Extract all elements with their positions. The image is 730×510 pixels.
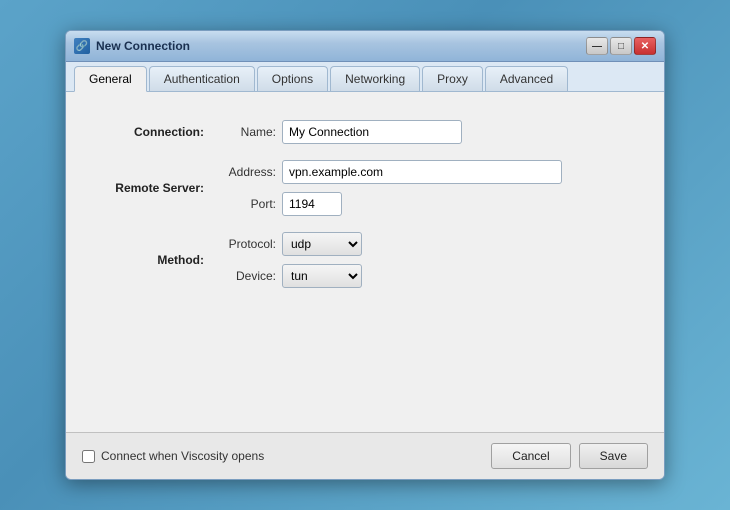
window-icon: 🔗 — [74, 38, 90, 54]
port-label: Port: — [216, 197, 276, 211]
save-button[interactable]: Save — [579, 443, 648, 469]
connection-fields: Name: — [216, 120, 462, 144]
title-bar-left: 🔗 New Connection — [74, 38, 190, 54]
address-field-row: Address: — [216, 160, 562, 184]
address-input[interactable] — [282, 160, 562, 184]
tab-networking[interactable]: Networking — [330, 66, 420, 91]
cancel-button[interactable]: Cancel — [491, 443, 570, 469]
close-button[interactable]: ✕ — [634, 37, 656, 55]
address-label: Address: — [216, 165, 276, 179]
name-input[interactable] — [282, 120, 462, 144]
form-section: Connection: Name: Remote Server: Address… — [96, 120, 634, 288]
maximize-button[interactable]: □ — [610, 37, 632, 55]
tab-advanced[interactable]: Advanced — [485, 66, 568, 91]
tab-general[interactable]: General — [74, 66, 147, 92]
method-section-label: Method: — [96, 253, 216, 267]
minimize-button[interactable]: — — [586, 37, 608, 55]
tab-proxy[interactable]: Proxy — [422, 66, 483, 91]
remote-server-row: Remote Server: Address: Port: — [96, 160, 634, 216]
name-field-row: Name: — [216, 120, 462, 144]
footer-buttons: Cancel Save — [491, 443, 648, 469]
method-row: Method: Protocol: udp tcp Device: tun t — [96, 232, 634, 288]
protocol-select[interactable]: udp tcp — [282, 232, 362, 256]
protocol-label: Protocol: — [216, 237, 276, 251]
remote-server-fields: Address: Port: — [216, 160, 562, 216]
connection-row: Connection: Name: — [96, 120, 634, 144]
port-field-row: Port: — [216, 192, 562, 216]
protocol-field-row: Protocol: udp tcp — [216, 232, 362, 256]
device-select[interactable]: tun tap — [282, 264, 362, 288]
port-input[interactable] — [282, 192, 342, 216]
tab-bar: General Authentication Options Networkin… — [66, 62, 664, 92]
window-title: New Connection — [96, 39, 190, 53]
footer: Connect when Viscosity opens Cancel Save — [66, 432, 664, 479]
method-fields: Protocol: udp tcp Device: tun tap — [216, 232, 362, 288]
tab-options[interactable]: Options — [257, 66, 328, 91]
remote-server-section-label: Remote Server: — [96, 181, 216, 195]
title-buttons: — □ ✕ — [586, 37, 656, 55]
name-label: Name: — [216, 125, 276, 139]
connection-section-label: Connection: — [96, 125, 216, 139]
title-bar: 🔗 New Connection — □ ✕ — [66, 31, 664, 62]
tab-authentication[interactable]: Authentication — [149, 66, 255, 91]
main-window: 🔗 New Connection — □ ✕ General Authentic… — [65, 30, 665, 480]
device-field-row: Device: tun tap — [216, 264, 362, 288]
form-content: Connection: Name: Remote Server: Address… — [66, 92, 664, 432]
connect-on-open-label: Connect when Viscosity opens — [101, 449, 264, 463]
connect-on-open-checkbox[interactable] — [82, 450, 95, 463]
checkbox-row: Connect when Viscosity opens — [82, 449, 264, 463]
device-label: Device: — [216, 269, 276, 283]
